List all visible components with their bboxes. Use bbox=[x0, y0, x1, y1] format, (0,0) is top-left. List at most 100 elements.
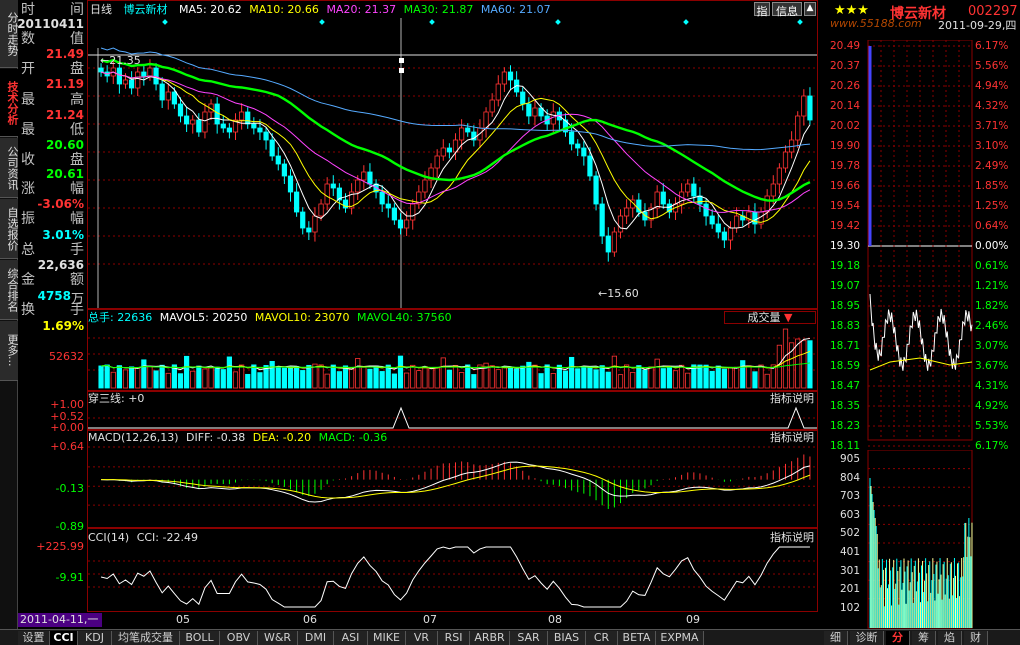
cci-line bbox=[100, 546, 810, 608]
volume-bar bbox=[116, 365, 122, 389]
candle-body bbox=[721, 231, 727, 241]
volume-bar bbox=[245, 373, 251, 389]
candle-body bbox=[465, 127, 471, 133]
cci-panel[interactable]: CCI(14) CCI: -22.49 指标说明 bbox=[87, 528, 818, 612]
indicator-tab-bias[interactable]: BIAS bbox=[548, 631, 586, 645]
volume-bar bbox=[104, 364, 110, 389]
cross3-panel[interactable]: 穿三线: +0 指标说明 bbox=[87, 391, 818, 430]
volume-bar bbox=[214, 366, 220, 389]
nav-tab-technical[interactable]: 技术分析 bbox=[0, 69, 19, 137]
candle-body bbox=[422, 179, 428, 193]
candle-body bbox=[660, 191, 666, 205]
scroll-up-button[interactable]: ▲ bbox=[804, 2, 816, 16]
intraday-percent-label: 6.17% bbox=[975, 40, 1009, 52]
candle-body bbox=[685, 183, 691, 193]
nav-tab-intraday[interactable]: 分时走势 bbox=[0, 0, 19, 68]
indicator-tab-expma[interactable]: EXPMA bbox=[656, 631, 704, 645]
candle-body bbox=[575, 143, 581, 149]
macd-panel[interactable]: MACD(12,26,13) DIFF: -0.38 DEA: -0.20 MA… bbox=[87, 430, 818, 528]
volume-bar bbox=[642, 369, 648, 389]
indicator-tab-dmi[interactable]: DMI bbox=[298, 631, 334, 645]
indicator-tab-boll[interactable]: BOLL bbox=[180, 631, 220, 645]
volume-bar bbox=[422, 365, 428, 389]
index-button[interactable]: 指 bbox=[754, 2, 770, 18]
candle-body bbox=[709, 215, 715, 225]
candle-body bbox=[116, 67, 122, 85]
volume-bar bbox=[287, 367, 294, 389]
candle-body bbox=[624, 207, 630, 217]
right-tab-4[interactable]: 焰 bbox=[938, 631, 962, 645]
right-tab-1[interactable]: 诊断 bbox=[850, 631, 884, 645]
indicator-tab-beta[interactable]: BETA bbox=[618, 631, 656, 645]
label: 低 bbox=[70, 122, 84, 138]
indicator-tab-sar[interactable]: SAR bbox=[510, 631, 548, 645]
volume-bar bbox=[281, 367, 287, 389]
indicator-tab-cci[interactable]: CCI bbox=[50, 631, 78, 645]
volume-bar bbox=[599, 365, 605, 389]
label: 幅 bbox=[70, 211, 84, 227]
indicator-tab-bar: 设置 CCI KDJ 均笔成交量 BOLL OBV W&R DMI ASI MIKE VR RSI AR… bbox=[0, 629, 820, 645]
volume-bar bbox=[342, 365, 349, 389]
candle-body bbox=[202, 111, 208, 133]
volume-bar bbox=[312, 363, 318, 389]
intraday-price-label: 18.23 bbox=[830, 420, 861, 432]
nav-tab-company-news[interactable]: 公司资讯 bbox=[0, 138, 19, 198]
volume-bar bbox=[617, 374, 624, 389]
indicator-tab-rsi[interactable]: RSI bbox=[438, 631, 470, 645]
macd-y3: -0.89 bbox=[55, 520, 84, 533]
volume-bar bbox=[202, 368, 208, 389]
right-tab-3[interactable]: 筹 bbox=[912, 631, 936, 645]
right-tab-0[interactable]: 细 bbox=[824, 631, 848, 645]
indicator-tab-asi[interactable]: ASI bbox=[334, 631, 368, 645]
price-chart-panel[interactable]: 日线 博云新材 MA5: 20.62 MA10: 20.66 MA20: 21.… bbox=[87, 0, 818, 309]
indicator-tab-[interactable]: 均笔成交量 bbox=[112, 631, 180, 645]
indicator-tab-[interactable]: 设置 bbox=[18, 631, 50, 645]
quote-info-panel: 时间 20110411 数值 21.49 开盘 21.19 最高 21.24 最… bbox=[17, 0, 86, 340]
right-tab-2[interactable]: 分 bbox=[886, 631, 910, 645]
volume-panel[interactable]: 总手: 22636 MAVOL5: 20250 MAVOL10: 23070 M… bbox=[87, 309, 818, 391]
intraday-price-label: 20.14 bbox=[830, 100, 861, 112]
indicator-tab-wr[interactable]: W&R bbox=[258, 631, 298, 645]
candle-body bbox=[599, 203, 605, 237]
candle-body bbox=[184, 115, 190, 125]
candle-body bbox=[135, 71, 141, 89]
event-marker-icon bbox=[555, 19, 561, 25]
candle-body bbox=[782, 151, 789, 169]
indicator-selector[interactable]: 成交量 ▼ bbox=[724, 311, 816, 324]
info-low-value: 21.24 bbox=[46, 108, 84, 122]
indicator-tab-obv[interactable]: OBV bbox=[220, 631, 258, 645]
nav-tab-ranking[interactable]: 综合排名 bbox=[0, 260, 19, 320]
volume-chart bbox=[88, 328, 817, 389]
candle-body bbox=[593, 175, 599, 205]
volume-bar bbox=[666, 365, 672, 389]
candle-body bbox=[483, 111, 489, 129]
period-label: 日线 bbox=[90, 3, 112, 16]
nav-tab-watchlist[interactable]: 自选报价 bbox=[0, 199, 19, 259]
volume-bar bbox=[300, 370, 306, 389]
candle-body bbox=[141, 71, 147, 77]
volume-bar bbox=[153, 370, 159, 389]
right-tab-5[interactable]: 财 bbox=[964, 631, 988, 645]
volume-bar bbox=[734, 366, 740, 389]
intraday-price-label: 18.71 bbox=[830, 340, 861, 352]
candle-body bbox=[122, 79, 129, 85]
candle-body bbox=[220, 123, 226, 129]
indicator-tab-vr[interactable]: VR bbox=[406, 631, 438, 645]
intraday-price-label: 19.42 bbox=[830, 220, 861, 232]
candle-body bbox=[324, 183, 330, 205]
candle-body bbox=[385, 203, 391, 209]
candle-body bbox=[446, 147, 452, 153]
intraday-price-label: 18.35 bbox=[830, 400, 861, 412]
intraday-volume-label: 401 bbox=[840, 546, 861, 558]
indicator-tab-mike[interactable]: MIKE bbox=[368, 631, 406, 645]
volume-bar bbox=[446, 369, 452, 389]
indicator-tab-kdj[interactable]: KDJ bbox=[78, 631, 112, 645]
ma10-value: MA10: 20.66 bbox=[249, 3, 319, 16]
indicator-tab-arbr[interactable]: ARBR bbox=[470, 631, 510, 645]
candlestick-chart bbox=[88, 18, 817, 308]
volume-bar bbox=[562, 370, 569, 389]
candle-body bbox=[440, 147, 446, 157]
indicator-tab-cr[interactable]: CR bbox=[586, 631, 618, 645]
volume-bar bbox=[605, 371, 611, 389]
info-button[interactable]: 信息 bbox=[772, 2, 802, 18]
